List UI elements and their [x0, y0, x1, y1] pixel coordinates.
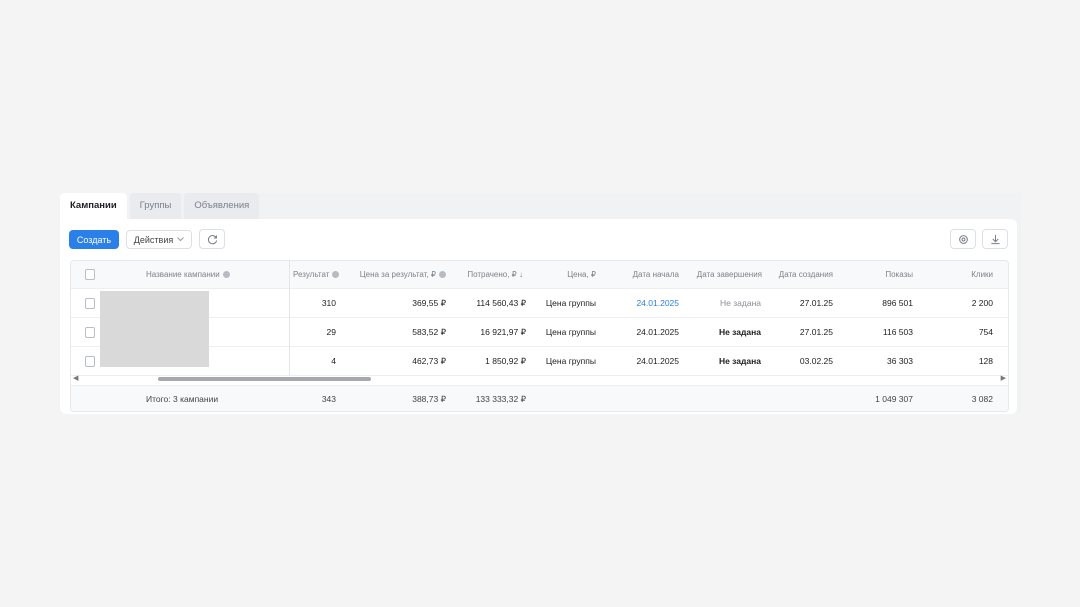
header-cost-label: Цена за результат, ₽ — [359, 270, 436, 279]
table-row[interactable]: 29 583,52 ₽ 16 921,97 ₽ Цена группы 24.0… — [71, 318, 1008, 347]
select-all-cell — [85, 261, 95, 288]
cell-result: 29 — [326, 327, 336, 337]
header-result-label: Результат — [293, 270, 330, 279]
cell-end-date: Не задана — [718, 356, 761, 366]
table-row[interactable]: 310 369,55 ₽ 114 560,43 ₽ Цена группы 24… — [71, 289, 1008, 318]
actions-dropdown[interactable]: Действия — [126, 230, 192, 249]
table-row[interactable]: 4 462,73 ₽ 1 850,92 ₽ Цена группы 24.01.… — [71, 347, 1008, 376]
sort-desc-icon: ↓ — [519, 270, 523, 279]
help-icon[interactable] — [222, 271, 230, 278]
frozen-column-divider — [289, 261, 290, 375]
row-select-cell — [85, 318, 95, 346]
cell-start-date: 24.01.2025 — [636, 327, 679, 337]
tab-groups[interactable]: Группы — [129, 193, 182, 219]
header-result[interactable]: Результат — [293, 261, 340, 288]
cell-spent: 114 560,43 ₽ — [476, 297, 526, 308]
scroll-right-icon[interactable]: ▶ — [1001, 375, 1006, 383]
header-cost-per-result[interactable]: Цена за результат, ₽ — [356, 261, 446, 288]
cell-clicks: 128 — [978, 356, 993, 366]
cell-created: 03.02.25 — [799, 356, 833, 366]
header-name[interactable]: Название кампании — [146, 261, 230, 288]
gear-icon — [958, 234, 968, 244]
cell-price: Цена группы — [545, 327, 596, 337]
row-checkbox[interactable] — [85, 297, 95, 309]
download-button[interactable] — [982, 229, 1008, 249]
settings-button[interactable] — [950, 229, 976, 249]
cell-cost-per-result: 462,73 ₽ — [412, 355, 446, 366]
cell-end-date: Не задана — [720, 298, 761, 308]
cell-clicks: 754 — [978, 327, 993, 337]
cell-cost-per-result: 369,55 ₽ — [412, 297, 446, 308]
header-spent-label: Потрачено, ₽ — [467, 270, 517, 279]
cell-created: 27.01.25 — [799, 298, 833, 308]
header-created[interactable]: Дата создания — [761, 261, 833, 288]
total-spent: 133 333,32 ₽ — [475, 393, 526, 404]
row-select-cell — [85, 347, 95, 375]
header-end-date[interactable]: Дата завершения — [681, 261, 762, 288]
cell-spent: 16 921,97 ₽ — [480, 326, 526, 337]
header-price[interactable]: Цена, ₽ — [541, 261, 596, 288]
scrollbar-thumb[interactable] — [158, 377, 371, 381]
total-label: Итого: 3 кампании — [146, 394, 219, 404]
cell-cost-per-result: 583,52 ₽ — [412, 326, 446, 337]
cell-price: Цена группы — [545, 356, 596, 366]
cell-impressions: 116 503 — [882, 327, 913, 337]
help-icon[interactable] — [439, 271, 446, 278]
header-spent[interactable]: Потрачено, ₽ ↓ — [451, 261, 523, 288]
cell-price: Цена группы — [545, 298, 596, 308]
refresh-button[interactable] — [199, 229, 225, 249]
cell-result: 310 — [321, 298, 336, 308]
cell-start-date[interactable]: 24.01.2025 — [611, 289, 679, 317]
refresh-icon — [207, 234, 217, 244]
tab-bar: Кампании Группы Объявления — [60, 193, 262, 219]
scroll-left-icon[interactable]: ◀ — [73, 375, 78, 383]
tab-ads[interactable]: Объявления — [184, 193, 260, 219]
help-icon[interactable] — [332, 271, 340, 278]
cell-spent: 1 850,92 ₽ — [485, 355, 526, 366]
cell-impressions: 36 303 — [887, 356, 913, 366]
actions-label: Действия — [133, 234, 174, 245]
tab-campaigns[interactable]: Кампании — [60, 193, 127, 219]
chevron-down-icon — [177, 237, 185, 242]
cell-created: 27.01.25 — [799, 327, 833, 337]
row-checkbox[interactable] — [85, 326, 95, 338]
header-start-date[interactable]: Дата начала — [611, 261, 679, 288]
create-button[interactable]: Создать — [69, 230, 119, 249]
table-header: Название кампании Результат Цена за резу… — [71, 261, 1008, 289]
download-icon — [990, 234, 1000, 244]
cell-result: 4 — [331, 356, 336, 366]
cell-end-date: Не задана — [718, 327, 761, 337]
cell-clicks: 2 200 — [971, 298, 993, 308]
toolbar: Создать Действия — [69, 229, 1008, 249]
header-impressions[interactable]: Показы — [841, 261, 913, 288]
campaigns-table: Название кампании Результат Цена за резу… — [70, 260, 1009, 412]
row-select-cell — [85, 289, 95, 317]
campaigns-window: Кампании Группы Объявления Создать Дейст… — [60, 193, 1021, 414]
campaigns-panel: Создать Действия Название кампании Резул… — [60, 219, 1017, 414]
cell-impressions: 896 501 — [882, 298, 913, 308]
total-clicks: 3 082 — [971, 394, 993, 404]
cell-start-date: 24.01.2025 — [636, 356, 679, 366]
header-name-label: Название кампании — [146, 270, 220, 279]
horizontal-scrollbar[interactable]: ◀ ▶ — [71, 375, 1008, 385]
totals-row: Итого: 3 кампании 343 388,73 ₽ 133 333,3… — [71, 385, 1008, 411]
total-result: 343 — [321, 394, 336, 404]
redacted-campaign-names — [100, 291, 209, 367]
select-all-checkbox[interactable] — [85, 269, 95, 280]
total-cost-per-result: 388,73 ₽ — [412, 393, 446, 404]
row-checkbox[interactable] — [85, 355, 95, 367]
header-clicks[interactable]: Клики — [921, 261, 993, 288]
total-impressions: 1 049 307 — [875, 394, 913, 404]
